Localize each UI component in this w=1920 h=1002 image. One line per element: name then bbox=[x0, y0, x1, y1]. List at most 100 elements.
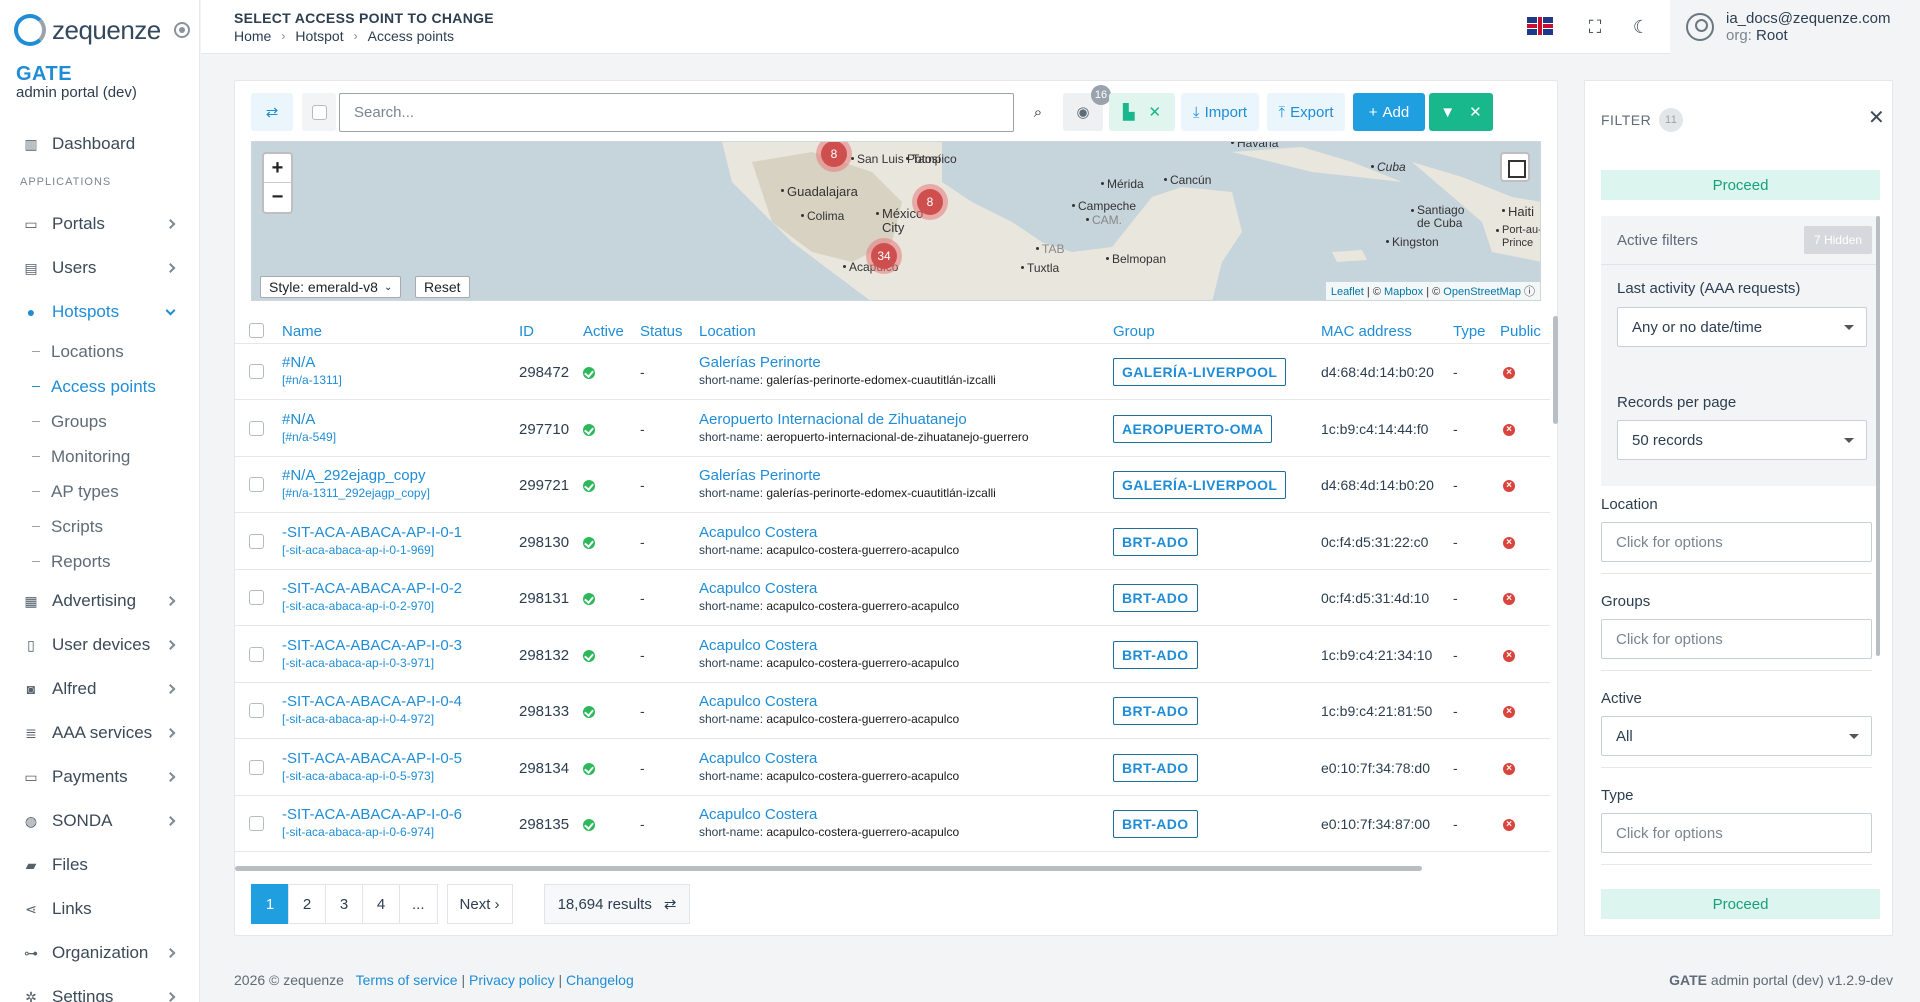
map-style-select[interactable]: Style: emerald-v8 ⌄ bbox=[260, 276, 402, 298]
map-cluster-marker[interactable]: 34 bbox=[866, 238, 902, 274]
leaflet-link[interactable]: Leaflet bbox=[1331, 286, 1364, 298]
sidebar-sub-locations[interactable]: Locations bbox=[0, 334, 199, 369]
row-location-link[interactable]: Acapulco Costera bbox=[699, 693, 959, 710]
sidebar-sub-reports[interactable]: Reports bbox=[0, 544, 199, 579]
table-row[interactable]: #N/A_292ejagp_copy [#n/a-1311_292ejagp_co… bbox=[235, 457, 1550, 513]
col-id[interactable]: ID bbox=[519, 323, 534, 340]
table-row[interactable]: #N/A [#n/a-1311] 298472 - Galerías Perinorte… bbox=[235, 344, 1550, 400]
export-button[interactable]: ⤒ Export bbox=[1267, 93, 1345, 131]
privacy-link[interactable]: Privacy policy bbox=[469, 972, 555, 988]
row-location-link[interactable]: Galerías Perinorte bbox=[699, 354, 996, 371]
map[interactable]: San Luis Potosí Tampico Guadalajara Coli… bbox=[251, 141, 1541, 301]
row-checkbox[interactable] bbox=[249, 646, 264, 662]
uk-flag-icon[interactable] bbox=[1527, 17, 1553, 35]
col-public[interactable]: Public bbox=[1500, 323, 1541, 340]
col-type[interactable]: Type bbox=[1453, 323, 1486, 340]
table-row[interactable]: -SIT-ACA-ABACA-AP-I-0-4 [-sit-aca-abaca-a… bbox=[235, 683, 1550, 739]
row-slug[interactable]: [#n/a-1311_292ejagp_copy] bbox=[282, 486, 430, 500]
active-select[interactable]: All bbox=[1601, 716, 1872, 756]
sidebar-item-files[interactable]: ▰ Files bbox=[0, 843, 199, 887]
row-group-badge[interactable]: BRT-ADO bbox=[1113, 810, 1198, 838]
row-slug[interactable]: [-sit-aca-abaca-ap-i-0-3-971] bbox=[282, 656, 462, 670]
row-checkbox[interactable] bbox=[249, 703, 264, 718]
col-mac[interactable]: MAC address bbox=[1321, 323, 1412, 340]
row-group-badge[interactable]: GALERÍA-LIVERPOOL bbox=[1113, 471, 1287, 499]
sidebar-item-aaa-services[interactable]: ≣ AAA services bbox=[0, 711, 199, 755]
page-4-button[interactable]: 4 bbox=[362, 884, 400, 924]
row-group-badge[interactable]: BRT-ADO bbox=[1113, 640, 1198, 669]
row-name-link[interactable]: #N/A_292ejagp_copy bbox=[282, 467, 430, 484]
row-slug[interactable]: [-sit-aca-abaca-ap-i-0-5-973] bbox=[282, 769, 462, 783]
view-toggle-button[interactable]: ◉ 16 bbox=[1063, 85, 1111, 131]
sidebar-item-user-devices[interactable]: ▯ User devices bbox=[0, 623, 199, 667]
row-group-badge[interactable]: BRT-ADO bbox=[1113, 584, 1198, 612]
row-location-link[interactable]: Acapulco Costera bbox=[699, 750, 959, 767]
row-slug[interactable]: [-sit-aca-abaca-ap-i-0-6-974] bbox=[282, 825, 462, 839]
map-reset-button[interactable]: Reset bbox=[415, 276, 470, 298]
breadcrumb-hotspot[interactable]: Hotspot bbox=[295, 28, 343, 44]
sidebar-item-portals[interactable]: ▭ Portals bbox=[0, 202, 199, 246]
sidebar-item-dashboard[interactable]: ▥ Dashboard bbox=[0, 122, 199, 166]
row-group-badge[interactable]: BRT-ADO bbox=[1113, 697, 1198, 725]
osm-link[interactable]: OpenStreetMap bbox=[1443, 286, 1521, 298]
row-checkbox[interactable] bbox=[249, 477, 264, 492]
row-slug[interactable]: [-sit-aca-abaca-ap-i-0-1-969] bbox=[282, 543, 462, 557]
close-icon[interactable]: ✕ bbox=[1868, 105, 1885, 130]
select-all-checkbox[interactable] bbox=[311, 104, 327, 120]
row-group-badge[interactable]: AEROPUERTO-OMA bbox=[1113, 414, 1273, 443]
sidebar-item-settings[interactable]: ✲ Settings bbox=[0, 975, 199, 1002]
col-active[interactable]: Active bbox=[583, 323, 624, 340]
col-status[interactable]: Status bbox=[640, 323, 683, 340]
page-2-button[interactable]: 2 bbox=[288, 884, 326, 924]
col-group[interactable]: Group bbox=[1113, 323, 1155, 340]
page-3-button[interactable]: 3 bbox=[325, 884, 363, 924]
changelog-link[interactable]: Changelog bbox=[566, 972, 634, 988]
row-checkbox[interactable] bbox=[249, 364, 264, 379]
sidebar-item-organization[interactable]: ⊶ Organization bbox=[0, 931, 199, 975]
row-slug[interactable]: [-sit-aca-abaca-ap-i-0-2-970] bbox=[282, 599, 462, 613]
row-location-link[interactable]: Acapulco Costera bbox=[699, 806, 959, 823]
row-location-link[interactable]: Acapulco Costera bbox=[699, 580, 959, 597]
row-slug[interactable]: [#n/a-549] bbox=[282, 430, 336, 444]
table-row[interactable]: -SIT-ACA-ABACA-AP-I-0-3 [-sit-aca-abaca-a… bbox=[235, 627, 1550, 683]
select-all-button[interactable] bbox=[302, 93, 336, 131]
refresh-icon[interactable]: ⇄ bbox=[664, 895, 677, 913]
row-location-link[interactable]: Acapulco Costera bbox=[699, 637, 959, 654]
filter-toggle-button[interactable]: ▼ ✕ bbox=[1429, 93, 1493, 131]
row-checkbox[interactable] bbox=[249, 533, 264, 549]
groups-field[interactable]: Click for options bbox=[1601, 619, 1872, 659]
map-cluster-marker[interactable]: 8 bbox=[912, 184, 948, 220]
row-checkbox[interactable] bbox=[249, 759, 264, 775]
row-slug[interactable]: [#n/a-1311] bbox=[282, 373, 342, 387]
add-button[interactable]: + Add bbox=[1353, 93, 1425, 131]
sidebar-sub-groups[interactable]: Groups bbox=[0, 404, 199, 439]
table-row[interactable]: #N/A [#n/a-549] 297710 - Aeropuerto Internac… bbox=[235, 401, 1550, 457]
row-name-link[interactable]: -SIT-ACA-ABACA-AP-I-0-3 bbox=[282, 637, 462, 654]
page-1-button[interactable]: 1 bbox=[251, 884, 289, 924]
row-group-badge[interactable]: BRT-ADO bbox=[1113, 527, 1198, 556]
row-slug[interactable]: [-sit-aca-abaca-ap-i-0-4-972] bbox=[282, 712, 462, 726]
header-checkbox[interactable] bbox=[249, 323, 264, 338]
row-name-link[interactable]: -SIT-ACA-ABACA-AP-I-0-4 bbox=[282, 693, 462, 710]
moon-icon[interactable]: ☾ bbox=[1631, 17, 1651, 37]
sidebar-item-advertising[interactable]: ▦ Advertising bbox=[0, 579, 199, 623]
sidebar-item-sonda[interactable]: ◍ SONDA bbox=[0, 799, 199, 843]
map-toggle-button[interactable]: ▙ ✕ bbox=[1109, 93, 1175, 131]
proceed-button-top[interactable]: Proceed bbox=[1601, 170, 1880, 200]
row-location-link[interactable]: Galerías Perinorte bbox=[699, 467, 996, 484]
row-group-badge[interactable]: GALERÍA-LIVERPOOL bbox=[1113, 358, 1287, 386]
hidden-filters-badge[interactable]: 7 Hidden bbox=[1804, 226, 1872, 254]
location-field[interactable]: Click for options bbox=[1601, 522, 1872, 562]
table-row[interactable]: -SIT-ACA-ABACA-AP-I-0-6 [-sit-aca-abaca-a… bbox=[235, 796, 1550, 852]
sidebar-sub-monitoring[interactable]: Monitoring bbox=[0, 439, 199, 474]
refresh-button[interactable]: ⇄ bbox=[251, 93, 293, 131]
row-name-link[interactable]: -SIT-ACA-ABACA-AP-I-0-6 bbox=[282, 806, 462, 823]
sidebar-item-payments[interactable]: ▭ Payments bbox=[0, 755, 199, 799]
row-name-link[interactable]: -SIT-ACA-ABACA-AP-I-0-2 bbox=[282, 580, 462, 597]
settings-cog-icon[interactable] bbox=[174, 22, 190, 38]
filter-scrollbar[interactable] bbox=[1876, 216, 1880, 656]
proceed-button-bottom[interactable]: Proceed bbox=[1601, 889, 1880, 919]
user-menu[interactable]: ia_docs@zequenze.com org: Root bbox=[1670, 0, 1920, 54]
last-activity-select[interactable]: Any or no date/time bbox=[1617, 307, 1867, 347]
table-row[interactable]: -SIT-ACA-ABACA-AP-I-0-2 [-sit-aca-abaca-a… bbox=[235, 570, 1550, 626]
